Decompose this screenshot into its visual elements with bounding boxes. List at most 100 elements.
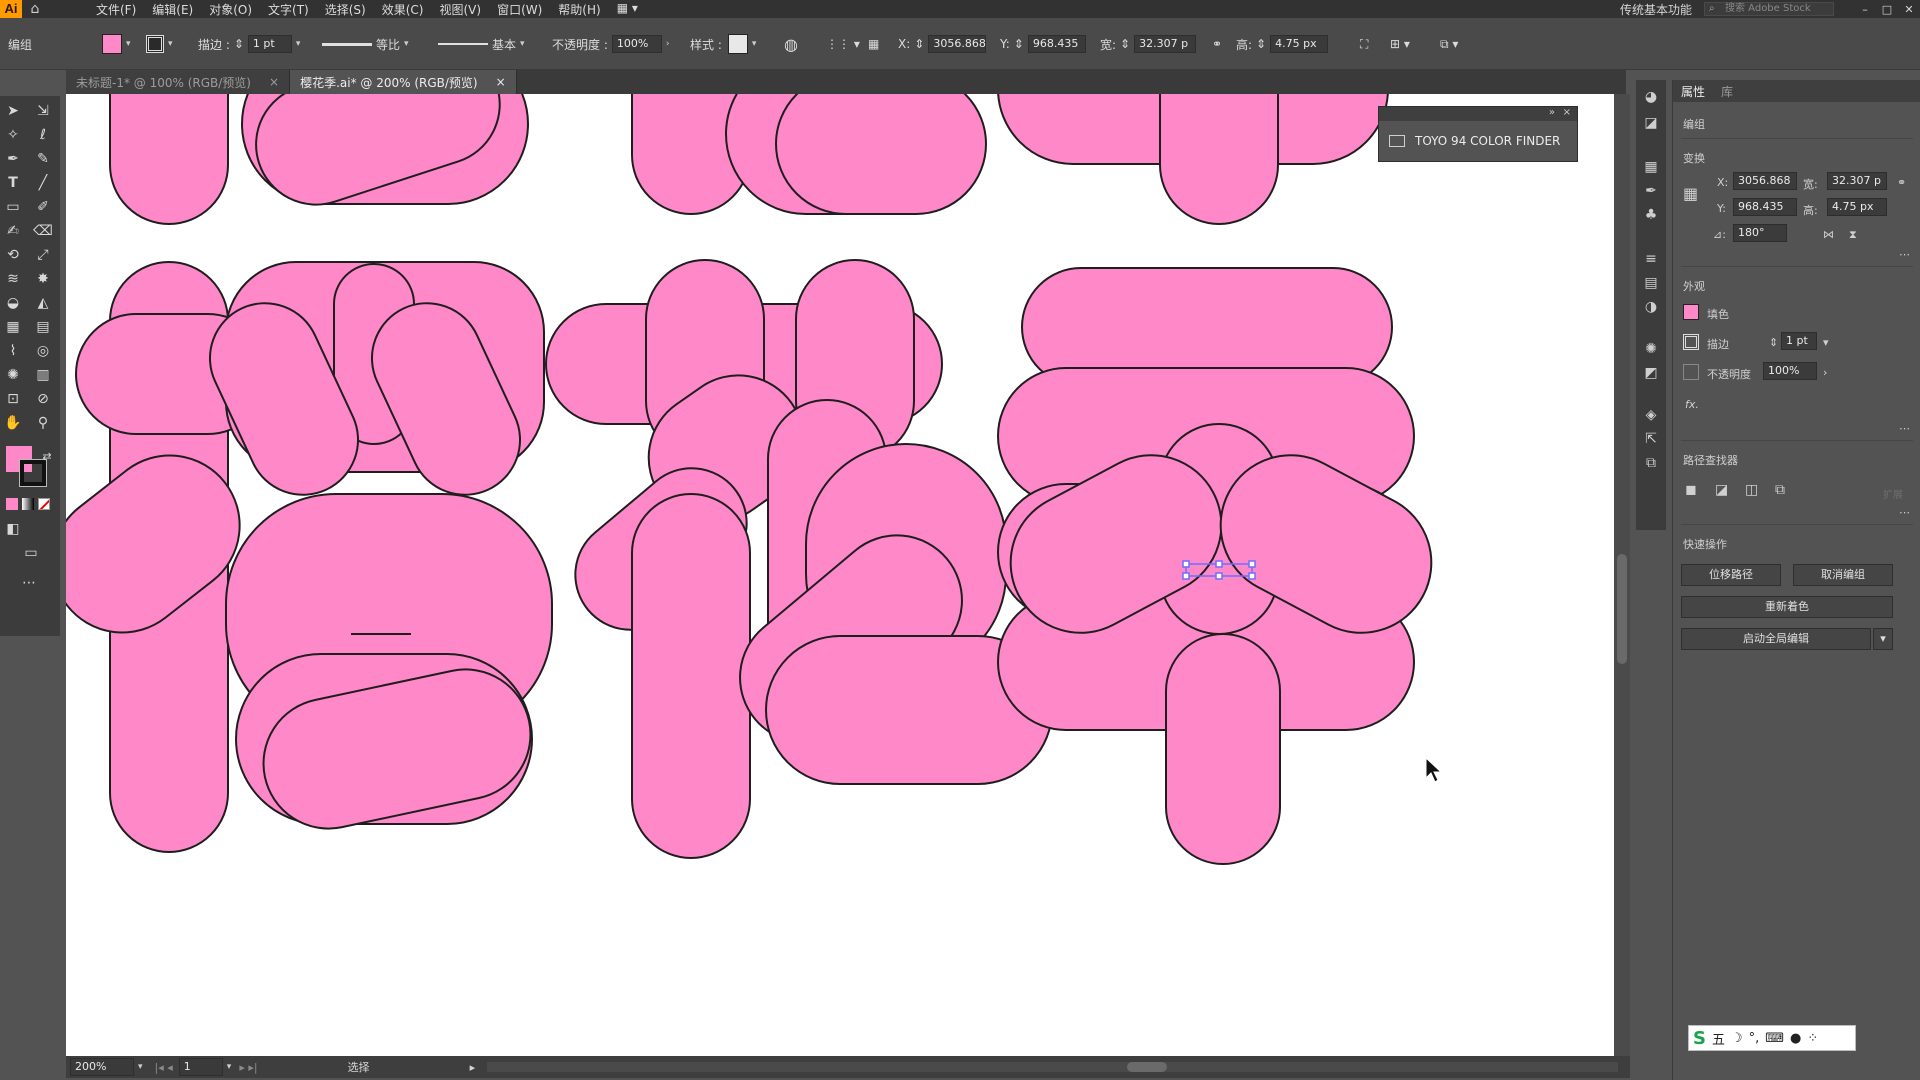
chevron-down-icon[interactable]: ▾: [227, 1062, 232, 1072]
tab-libraries[interactable]: 库: [1713, 83, 1741, 100]
puppet-warp-icon[interactable]: ✸: [32, 268, 54, 290]
exclude-icon[interactable]: ⧉: [1775, 482, 1785, 498]
swap-colors-icon[interactable]: ⇄: [36, 446, 58, 468]
fx-icon[interactable]: fx.: [1685, 398, 1699, 411]
app-logo[interactable]: Ai: [0, 0, 22, 18]
fill-swatch[interactable]: [1683, 304, 1699, 320]
horizontal-scrollbar[interactable]: [487, 1062, 1618, 1072]
expand-button[interactable]: 扩展: [1883, 486, 1903, 501]
chevron-down-icon[interactable]: ▾: [752, 39, 757, 49]
stroke-weight-field[interactable]: 1 pt: [247, 35, 292, 53]
stepper-icon[interactable]: ⇕: [1256, 37, 1266, 51]
close-icon[interactable]: ✕: [1898, 3, 1920, 16]
reference-point-icon[interactable]: ▦: [868, 34, 879, 54]
height-field[interactable]: 4.75 px: [1827, 198, 1887, 216]
shape-align-icon[interactable]: ⊞ ▾: [1390, 34, 1410, 54]
toyo-color-finder-panel[interactable]: » × TOYO 94 COLOR FINDER: [1378, 106, 1578, 162]
unite-icon[interactable]: ◼: [1685, 482, 1697, 498]
glyph-ying[interactable]: [66, 261, 553, 853]
top-middle-glyph-fragment[interactable]: [631, 94, 987, 215]
zoom-field[interactable]: 200%: [70, 1058, 134, 1076]
more-tools-icon[interactable]: ⋯: [18, 572, 40, 594]
y-field[interactable]: 968.435: [1733, 198, 1797, 216]
tab-untitled[interactable]: 未标题-1* @ 100% (RGB/预览) ×: [66, 70, 291, 94]
tab-sakura[interactable]: 樱花季.ai* @ 200% (RGB/预览) ×: [290, 70, 517, 94]
column-graph-icon[interactable]: ▥: [32, 364, 54, 386]
menu-effect[interactable]: 效果(C): [374, 1, 432, 18]
close-tab-icon[interactable]: ×: [496, 75, 506, 89]
menu-file[interactable]: 文件(F): [88, 1, 144, 18]
menu-view[interactable]: 视图(V): [431, 1, 489, 18]
ungroup-button[interactable]: 取消编组: [1793, 564, 1893, 586]
keyboard-icon[interactable]: ⌨: [1765, 1031, 1784, 1046]
type-tool-icon[interactable]: T: [2, 172, 24, 194]
brushes-icon[interactable]: ✒: [1640, 180, 1662, 202]
selection-tool-icon[interactable]: ➤: [2, 100, 24, 122]
stroke-swatch[interactable]: [146, 35, 164, 53]
align-icon[interactable]: ⋮⋮ ▾: [826, 34, 860, 54]
scale-tool-icon[interactable]: ⤢: [32, 244, 54, 266]
eraser-icon[interactable]: ⌫: [32, 220, 54, 242]
y-field[interactable]: 968.435: [1027, 35, 1086, 53]
artboard-number-field[interactable]: 1: [178, 1058, 223, 1076]
chevron-down-icon[interactable]: ▾: [296, 39, 301, 49]
moon-icon[interactable]: ☽: [1731, 1031, 1743, 1046]
user-icon[interactable]: ●: [1790, 1031, 1801, 1046]
layers-icon[interactable]: ◈: [1640, 404, 1662, 426]
rotate-tool-icon[interactable]: ⟲: [2, 244, 24, 266]
rectangle-tool-icon[interactable]: ▭: [2, 196, 24, 218]
stepper-icon[interactable]: ⇕: [1014, 37, 1024, 51]
flip-horizontal-icon[interactable]: ⋈: [1823, 228, 1834, 241]
slice-tool-icon[interactable]: ⊘: [32, 388, 54, 410]
stepper-icon[interactable]: ⇕: [234, 37, 244, 51]
home-icon[interactable]: ⌂: [22, 1, 48, 17]
paintbrush-icon[interactable]: ✐: [32, 196, 54, 218]
transform-icon[interactable]: ⛶: [1360, 34, 1368, 54]
artboards-panel-icon[interactable]: ⧉: [1640, 452, 1662, 474]
height-field[interactable]: 4.75 px: [1270, 35, 1329, 53]
menu-select[interactable]: 选择(S): [317, 1, 374, 18]
intersect-icon[interactable]: ◫: [1745, 482, 1758, 498]
close-panel-icon[interactable]: ×: [1563, 107, 1571, 118]
asset-export-icon[interactable]: ⇱: [1640, 428, 1662, 450]
artboard-tool-icon[interactable]: ⊡: [2, 388, 24, 410]
graphic-styles-icon[interactable]: ◩: [1640, 362, 1662, 384]
direct-selection-tool-icon[interactable]: ⇲: [32, 100, 54, 122]
eyedropper-icon[interactable]: ⌇: [2, 340, 24, 362]
gradient-mode-icon[interactable]: [22, 498, 34, 510]
blend-tool-icon[interactable]: ◎: [32, 340, 54, 362]
vertical-scrollbar[interactable]: [1614, 94, 1630, 1056]
top-right-glyph-fragment[interactable]: [997, 94, 1389, 225]
glyph-hua[interactable]: [545, 259, 1053, 859]
fill-control[interactable]: ▾: [102, 34, 131, 54]
constrain-icon[interactable]: ⚭: [1897, 176, 1906, 189]
swatches-icon[interactable]: ▦: [1640, 156, 1662, 178]
stroke-control[interactable]: ▾: [146, 34, 173, 54]
line-tool-icon[interactable]: ╱: [32, 172, 54, 194]
ime-toolbar[interactable]: S 五 ☽ °, ⌨ ● ⁘: [1688, 1025, 1856, 1051]
global-edit-button[interactable]: 启动全局编辑: [1681, 628, 1871, 650]
chevron-down-icon[interactable]: ▾: [1873, 628, 1893, 650]
menu-type[interactable]: 文字(T): [260, 1, 317, 18]
hand-tool-icon[interactable]: ✋: [2, 412, 24, 434]
chevron-right-icon[interactable]: ›: [1823, 366, 1827, 379]
angle-field[interactable]: 180°: [1733, 224, 1787, 242]
recolor-button[interactable]: 重新着色: [1681, 596, 1893, 618]
chevron-down-icon[interactable]: ▾: [138, 1062, 143, 1072]
zoom-tool-icon[interactable]: ⚲: [32, 412, 54, 434]
width-field[interactable]: 32.307 p: [1827, 172, 1887, 190]
more-options-icon[interactable]: ⋯: [1899, 248, 1910, 261]
input-mode[interactable]: 五: [1712, 1029, 1725, 1048]
scroll-thumb[interactable]: [1617, 554, 1627, 664]
curvature-tool-icon[interactable]: ✎: [32, 148, 54, 170]
minimize-icon[interactable]: –: [1854, 3, 1876, 16]
menu-window[interactable]: 窗口(W): [489, 1, 550, 18]
magic-wand-icon[interactable]: ✧: [2, 124, 24, 146]
offset-path-button[interactable]: 位移路径: [1681, 564, 1781, 586]
graphic-style-swatch[interactable]: [727, 34, 748, 54]
constrain-proportions-icon[interactable]: ⚭: [1212, 34, 1222, 54]
menu-edit[interactable]: 编辑(E): [144, 1, 201, 18]
artboard-nav-next-icon[interactable]: ▸ ▸|: [239, 1061, 257, 1074]
reference-point-icon[interactable]: ▦: [1683, 184, 1698, 203]
maximize-icon[interactable]: □: [1876, 3, 1898, 16]
